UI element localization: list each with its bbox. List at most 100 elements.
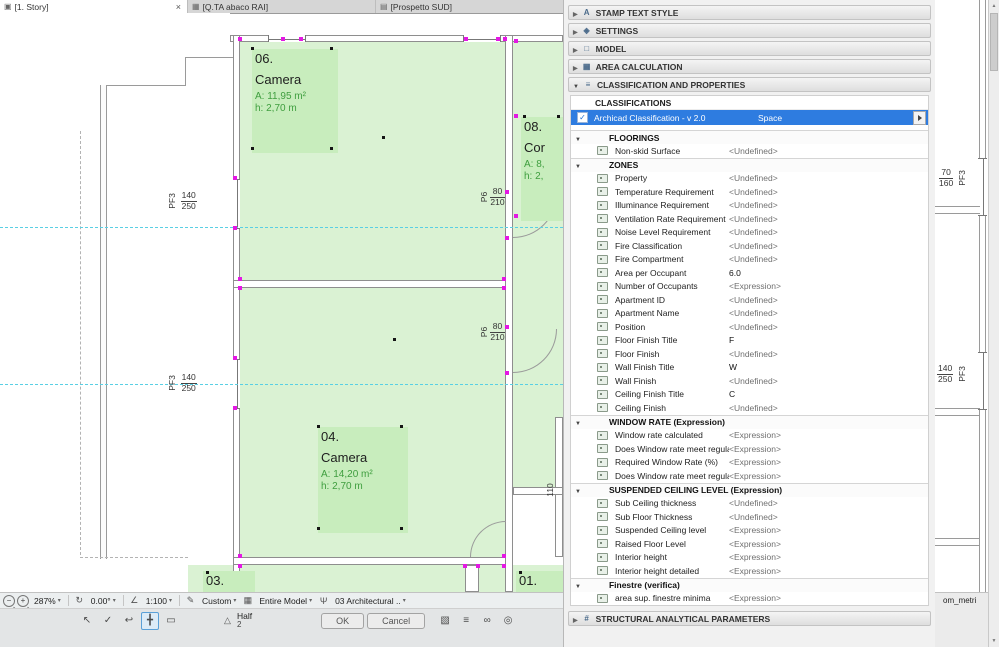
tab-schedule[interactable]: ▦ [Q.TA abaco RAI] [188,0,376,13]
layers-icon[interactable]: ≡ [457,612,475,630]
property-value[interactable]: <Undefined> [729,173,928,183]
zone-stamp-06[interactable]: 06. Camera A: 11,95 m² h: 2,70 m [252,49,338,153]
property-row[interactable]: Raised Floor Level <Expression> [571,537,928,551]
zone-stamp-08[interactable]: 08. Cor A: 8, h: 2, [521,117,563,221]
property-value[interactable]: <Undefined> [729,241,928,251]
property-row[interactable]: Position <Undefined> [571,320,928,334]
property-value[interactable]: <Expression> [729,593,928,603]
property-value[interactable]: <Expression> [729,566,928,576]
property-row[interactable]: Floor Finish Title F [571,334,928,348]
drag-mode-icon[interactable]: ╋ [141,611,159,630]
property-group-header[interactable]: WINDOW RATE (Expression) [571,414,928,429]
property-value[interactable]: <Undefined> [729,146,928,156]
property-value[interactable]: <Expression> [729,444,928,454]
dimension-marker[interactable]: P6 80 210 [479,321,505,343]
property-row[interactable]: area sup. finestre minima <Expression> [571,592,928,606]
property-group-header[interactable]: ZONES [571,157,928,172]
wall-right[interactable] [505,35,513,592]
property-row[interactable]: Suspended Ceiling level <Expression> [571,524,928,538]
selection-handle[interactable] [505,325,509,329]
property-row[interactable]: Area per Occupant 6.0 [571,266,928,280]
model-filter-dropdown[interactable]: Entire Model [256,596,315,606]
link-icon[interactable]: ∞ [478,612,496,630]
property-row[interactable]: Interior height <Expression> [571,551,928,565]
scrollbar-thumb[interactable] [990,13,998,71]
selection-handle[interactable] [503,37,507,41]
zone-stamp-01[interactable]: 01. [516,571,563,592]
property-value[interactable]: C [729,389,928,399]
wall-left[interactable] [233,35,240,592]
property-row[interactable]: Apartment Name <Undefined> [571,307,928,321]
panel-section-header[interactable]: ◈ SETTINGS [568,23,931,38]
dimension-marker[interactable]: 70 160 PF3 [939,167,970,189]
property-value[interactable]: <Undefined> [729,322,928,332]
property-row[interactable]: Window rate calculated <Expression> [571,429,928,443]
dimension-marker[interactable]: PF3 140 250 [164,372,197,394]
property-row[interactable]: Does Window rate meet regulat... <Expres… [571,442,928,456]
selection-handle[interactable] [238,286,242,290]
arrow-tool-icon[interactable]: ↖ [78,612,96,630]
wall-corridor-end[interactable] [513,487,563,495]
dimension-marker[interactable]: 110 [545,483,555,497]
selection-handle[interactable] [505,190,509,194]
dimension-marker[interactable]: 140 250 PF3 [937,363,970,385]
snap-pencil-icon[interactable]: ▭ [162,612,180,630]
property-row[interactable]: Noise Level Requirement <Undefined> [571,226,928,240]
property-group-header[interactable]: SUSPENDED CEILING LEVEL (Expression) [571,482,928,497]
property-value[interactable]: 6.0 [729,268,928,278]
property-row[interactable]: Required Window Rate (%) <Expression> [571,456,928,470]
selection-handle[interactable] [502,554,506,558]
property-row[interactable]: Wall Finish <Undefined> [571,374,928,388]
panel-section-header[interactable]: □ MODEL [568,41,931,56]
selection-handle[interactable] [233,406,237,410]
pen-set-dropdown[interactable]: Custom [199,596,239,606]
ok-button[interactable]: OK [321,612,365,629]
property-value[interactable]: <Undefined> [729,254,928,264]
property-row[interactable]: Number of Occupants <Expression> [571,280,928,294]
selection-handle[interactable] [233,226,237,230]
property-value[interactable]: <Expression> [729,525,928,535]
tab-elevation[interactable]: ▤ [Prospetto SUD] [376,0,563,13]
property-value[interactable]: <Undefined> [729,308,928,318]
property-group-header[interactable]: Finestre (verifica) [571,577,928,592]
zone-stamp-04[interactable]: 04. Camera A: 14,20 m² h: 2,70 m [318,427,408,533]
property-row[interactable]: Ceiling Finish Title C [571,388,928,402]
property-row[interactable]: Non-skid Surface <Undefined> [571,144,928,158]
selection-handle[interactable] [502,564,506,568]
selection-handle[interactable] [514,214,518,218]
selection-handle[interactable] [233,176,237,180]
property-value[interactable]: <Undefined> [729,200,928,210]
property-row[interactable]: Property <Undefined> [571,172,928,186]
close-tab-icon[interactable]: × [174,2,183,12]
property-row[interactable]: Interior height detailed <Expression> [571,564,928,578]
door-opening[interactable] [506,329,512,374]
property-value[interactable]: F [729,335,928,345]
selection-handle[interactable] [238,37,242,41]
target-icon[interactable]: ◎ [499,612,517,630]
wall-bottom-divider[interactable] [465,565,479,592]
classification-row[interactable]: ✓ Archicad Classification - v 2.0 Space [571,110,928,125]
selection-handle[interactable] [514,39,518,43]
confirm-tool-icon[interactable]: ✓ [99,612,117,630]
dimension-marker[interactable]: P6 80 210 [479,186,505,208]
vertical-scrollbar[interactable]: ▲ ▼ [988,0,999,647]
plan-canvas[interactable]: 06. Camera A: 11,95 m² h: 2,70 m 08. Cor… [0,13,563,592]
panel-section-header[interactable]: ▦ AREA CALCULATION [568,59,931,74]
selection-handle[interactable] [476,564,480,568]
section-classification-properties[interactable]: ≡ CLASSIFICATION AND PROPERTIES [568,77,931,92]
property-value[interactable]: <Expression> [729,552,928,562]
selection-handle[interactable] [299,37,303,41]
property-row[interactable]: Ventilation Rate Requirement <Undefined> [571,212,928,226]
checkbox-checked-icon[interactable]: ✓ [577,112,588,123]
property-value[interactable]: <Undefined> [729,403,928,413]
wall-interior-upper[interactable] [233,280,513,288]
selection-handle[interactable] [502,277,506,281]
property-row[interactable]: Fire Classification <Undefined> [571,239,928,253]
selection-handle[interactable] [233,356,237,360]
property-row[interactable]: Does Window rate meet regulat... <Expres… [571,469,928,483]
selection-handle[interactable] [463,564,467,568]
section-structural-analytical[interactable]: # STRUCTURAL ANALYTICAL PARAMETERS [568,611,931,626]
selection-handle[interactable] [514,114,518,118]
zoom-out-icon[interactable]: − [3,594,15,607]
property-row[interactable]: Illuminance Requirement <Undefined> [571,199,928,213]
